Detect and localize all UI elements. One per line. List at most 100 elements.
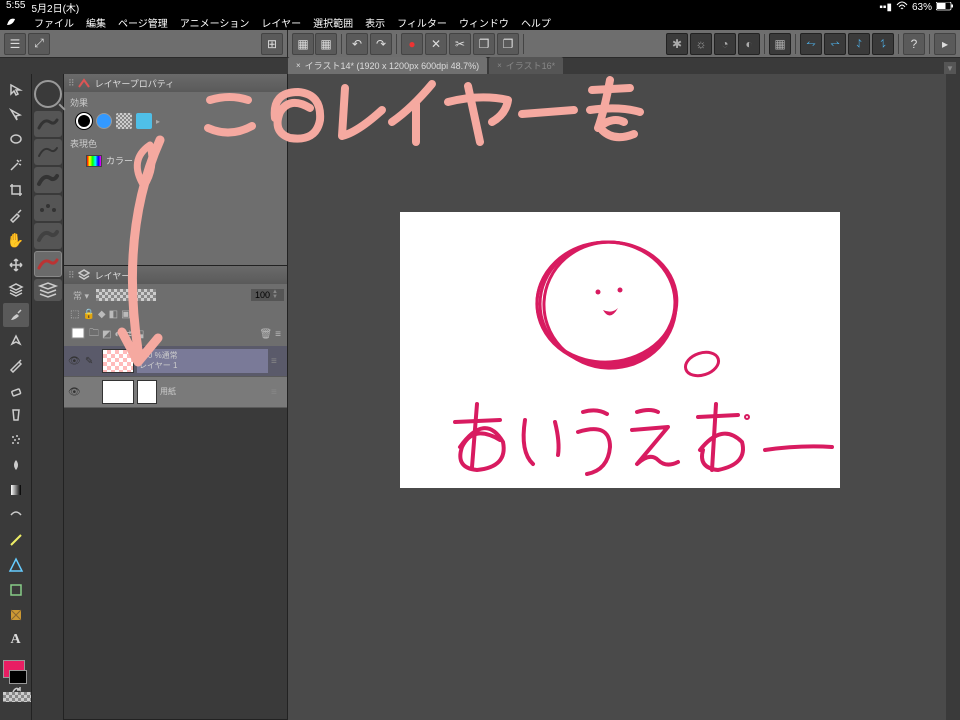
stack-icon[interactable]: ❐ bbox=[473, 33, 495, 55]
brush-preset-5[interactable] bbox=[34, 223, 62, 249]
layers-tool-icon[interactable] bbox=[3, 278, 29, 302]
color-mode-stepper[interactable]: ▲▼ bbox=[137, 156, 145, 166]
grid2-icon[interactable]: ▦ bbox=[315, 33, 337, 55]
menu-edit[interactable]: 編集 bbox=[86, 15, 106, 30]
record-icon[interactable]: ● bbox=[401, 33, 423, 55]
delete-layer-icon[interactable]: 🗑 bbox=[259, 329, 272, 340]
help-icon[interactable]: ? bbox=[903, 33, 925, 55]
opacity-value[interactable]: 100 bbox=[255, 290, 270, 300]
layer-lock-icon[interactable]: ⬚ bbox=[70, 309, 79, 320]
brush-preset-1[interactable] bbox=[34, 111, 62, 137]
gear-icon[interactable]: ✱ bbox=[666, 33, 688, 55]
arrow2-tool-icon[interactable] bbox=[3, 103, 29, 127]
undo-icon[interactable]: ↶ bbox=[346, 33, 368, 55]
new-layer-icon[interactable] bbox=[70, 326, 86, 343]
snap-b-icon[interactable]: ⥋ bbox=[824, 33, 846, 55]
app-logo-icon[interactable] bbox=[4, 14, 18, 31]
layer-action-b-icon[interactable]: ◐ bbox=[114, 329, 120, 340]
layer-lock2-icon[interactable]: 🔒 bbox=[82, 309, 94, 320]
menu-filter[interactable]: フィルター bbox=[397, 15, 447, 30]
eyedrop-tool-icon[interactable] bbox=[3, 203, 29, 227]
layer-menu-icon[interactable]: ≡ bbox=[275, 329, 281, 340]
panel-grip-icon[interactable]: ⠿ bbox=[68, 78, 75, 89]
toolbar-panel-toggle-icon[interactable]: ⊞ bbox=[261, 33, 283, 55]
effect-tone-icon[interactable] bbox=[96, 113, 112, 129]
redo-icon[interactable]: ↷ bbox=[370, 33, 392, 55]
ruler-tool-icon[interactable] bbox=[3, 553, 29, 577]
effect-color-icon[interactable] bbox=[136, 113, 152, 129]
tab-inactive[interactable]: × イラスト16* bbox=[489, 57, 563, 74]
layer-clip-icon[interactable]: ◧ bbox=[109, 309, 118, 320]
crop-tool-icon[interactable] bbox=[3, 178, 29, 202]
gradient-tool-icon[interactable] bbox=[3, 478, 29, 502]
menu-view[interactable]: 表示 bbox=[365, 15, 385, 30]
layer-action-a-icon[interactable]: ◩ bbox=[102, 329, 111, 340]
canvas-viewport[interactable] bbox=[288, 74, 960, 720]
frame-tool-icon[interactable] bbox=[3, 578, 29, 602]
wand-tool-icon[interactable] bbox=[3, 153, 29, 177]
menu-animation[interactable]: アニメーション bbox=[180, 15, 250, 30]
brush-preset-2[interactable] bbox=[34, 139, 62, 165]
fill-tool-icon[interactable] bbox=[3, 453, 29, 477]
stack2-icon[interactable]: ❐ bbox=[497, 33, 519, 55]
lasso-tool-icon[interactable] bbox=[3, 128, 29, 152]
toolbar-menu-icon[interactable]: ☰ bbox=[4, 33, 26, 55]
layer-item-menu-icon[interactable]: ≡ bbox=[271, 387, 283, 398]
layers-icon[interactable]: ▦ bbox=[769, 33, 791, 55]
brush-preset-3[interactable] bbox=[34, 167, 62, 193]
snap-d-icon[interactable]: ⥍ bbox=[872, 33, 894, 55]
layer-item-paper[interactable]: 👁 用紙 ≡ bbox=[64, 377, 287, 408]
perspective-tool-icon[interactable] bbox=[3, 603, 29, 627]
effect-more-icon[interactable]: ▸ bbox=[156, 117, 164, 125]
layer-edit-icon[interactable]: ✎ bbox=[85, 356, 99, 367]
canvas[interactable] bbox=[400, 212, 840, 488]
layer-visibility-icon[interactable]: 👁 bbox=[68, 387, 82, 398]
layer-item-1[interactable]: 👁 ✎ 100 %通常 レイヤー 1 ≡ bbox=[64, 346, 287, 377]
menu-help[interactable]: ヘルプ bbox=[521, 15, 551, 30]
eraser-tool-icon[interactable] bbox=[3, 378, 29, 402]
menu-page[interactable]: ページ管理 bbox=[118, 15, 168, 30]
snap-a-icon[interactable]: ⥊ bbox=[800, 33, 822, 55]
menu-selection[interactable]: 選択範囲 bbox=[313, 15, 353, 30]
brush-preset-4[interactable] bbox=[34, 195, 62, 221]
cut-icon[interactable]: ✂ bbox=[449, 33, 471, 55]
effect-checker-icon[interactable] bbox=[116, 113, 132, 129]
layer-merge-icon[interactable]: ⬓ bbox=[135, 329, 144, 340]
line-tool-icon[interactable] bbox=[3, 528, 29, 552]
layer-thumbnail-extra[interactable] bbox=[137, 380, 157, 404]
snap-c-icon[interactable]: ⥌ bbox=[848, 33, 870, 55]
magnifier-icon[interactable] bbox=[34, 80, 62, 108]
delete-icon[interactable]: ✕ bbox=[425, 33, 447, 55]
brush-tool-icon[interactable] bbox=[3, 303, 29, 327]
color-swatches[interactable] bbox=[3, 660, 31, 702]
spray-tool-icon[interactable] bbox=[3, 428, 29, 452]
opacity-slider[interactable] bbox=[96, 289, 156, 301]
grid-icon[interactable]: ▦ bbox=[292, 33, 314, 55]
blend-tool-icon[interactable] bbox=[3, 403, 29, 427]
transparent-swatch[interactable] bbox=[3, 692, 31, 702]
text-tool-icon[interactable]: A bbox=[3, 628, 29, 652]
layer-item-menu-icon[interactable]: ≡ bbox=[271, 356, 283, 367]
brush-preset-active[interactable] bbox=[34, 251, 62, 277]
panel-grip-icon[interactable]: ⠿ bbox=[68, 270, 75, 281]
layer-thumbnail[interactable] bbox=[102, 349, 134, 373]
effect-border-icon[interactable] bbox=[76, 113, 92, 129]
layer-ref-icon[interactable]: ◆ bbox=[98, 309, 106, 320]
tab-close-icon[interactable]: × bbox=[497, 61, 502, 70]
new-folder-icon[interactable]: 🗀 bbox=[89, 326, 99, 343]
brush-stack-icon[interactable] bbox=[34, 279, 62, 301]
arrow-tool-icon[interactable] bbox=[3, 78, 29, 102]
layer-mask-icon[interactable]: ▣ bbox=[121, 309, 130, 320]
tab-active[interactable]: × イラスト14* (1920 x 1200px 600dpi 48.7%) bbox=[288, 57, 487, 74]
opacity-stepper[interactable]: ▲▼ bbox=[272, 290, 280, 300]
move-tool-icon[interactable] bbox=[3, 253, 29, 277]
toolbar-expand-icon[interactable]: ⤢ bbox=[28, 33, 50, 55]
blend-mode-dropdown[interactable]: 常 ▾ bbox=[67, 287, 95, 303]
layer-visibility-icon[interactable]: 👁 bbox=[68, 356, 82, 367]
pencil-tool-icon[interactable] bbox=[3, 353, 29, 377]
menu-file[interactable]: ファイル bbox=[34, 15, 74, 30]
pen-tool-icon[interactable] bbox=[3, 328, 29, 352]
layer-transfer-icon[interactable]: ⇄ bbox=[124, 329, 132, 340]
menu-layer[interactable]: レイヤー bbox=[261, 15, 301, 30]
tab-dropdown-icon[interactable]: ▼ bbox=[944, 62, 956, 74]
